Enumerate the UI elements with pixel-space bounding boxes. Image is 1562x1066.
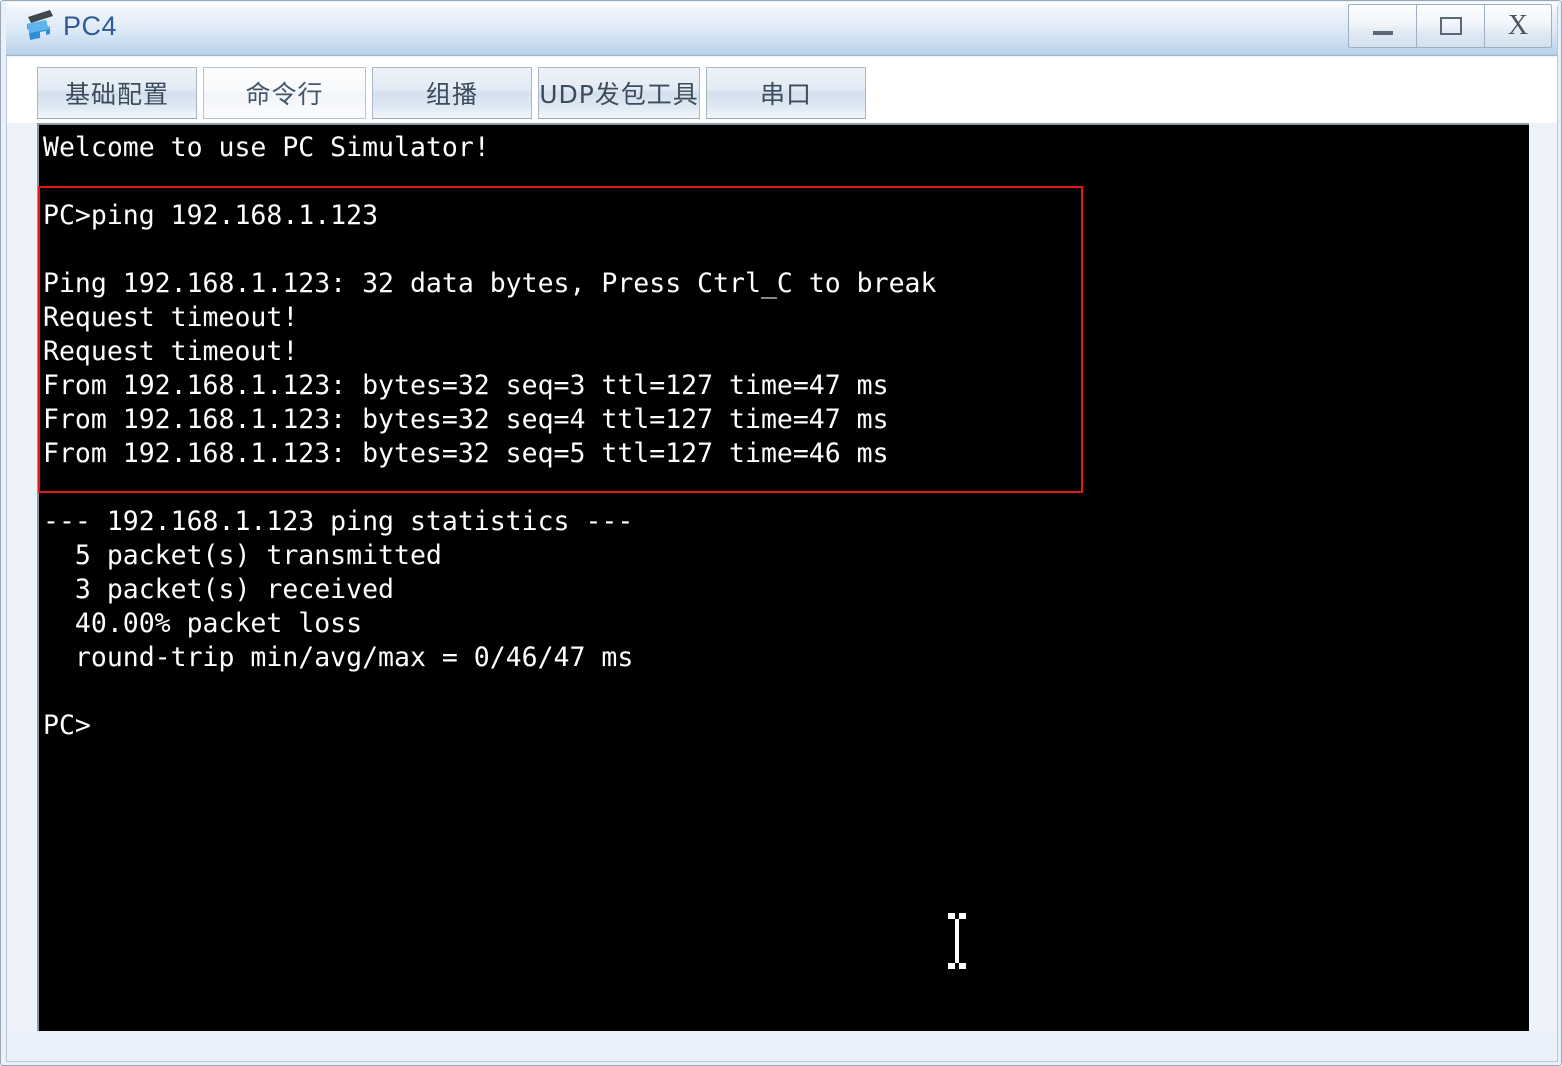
tab-serial-port[interactable]: 串口 (706, 67, 866, 119)
terminal-line: round-trip min/avg/max = 0/46/47 ms (43, 642, 634, 673)
pc-simulator-window: PC4 X 基础配置 命令行 组播 UDP发包工具 串口 Welcome to use … (0, 0, 1562, 1066)
tab-bar: 基础配置 命令行 组播 UDP发包工具 串口 (7, 57, 1557, 123)
terminal-line: 5 packet(s) transmitted (43, 540, 442, 571)
window-title: PC4 (63, 11, 118, 41)
minimize-icon (1372, 31, 1393, 35)
tab-command-line[interactable]: 命令行 (203, 67, 366, 119)
terminal-line: From 192.168.1.123: bytes=32 seq=3 ttl=1… (43, 370, 889, 401)
minimize-button[interactable] (1348, 4, 1416, 48)
terminal-line: 40.00% packet loss (43, 608, 363, 639)
window-bottom-strip (7, 1031, 1557, 1061)
maximize-button[interactable] (1416, 4, 1484, 48)
tab-label: UDP发包工具 (539, 80, 699, 109)
terminal-line: Request timeout! (43, 302, 299, 333)
tab-label: 串口 (759, 80, 812, 109)
tab-multicast[interactable]: 组播 (372, 67, 532, 119)
terminal-line: PC> (43, 710, 91, 741)
close-icon: X (1507, 10, 1529, 41)
terminal-line: From 192.168.1.123: bytes=32 seq=4 ttl=1… (43, 404, 889, 435)
title-bar[interactable]: PC4 X (6, 2, 1557, 56)
tab-basic-config[interactable]: 基础配置 (37, 67, 197, 119)
terminal-line: Request timeout! (43, 336, 299, 367)
terminal-line: Ping 192.168.1.123: 32 data bytes, Press… (43, 268, 937, 299)
maximize-icon (1439, 17, 1462, 35)
terminal-output[interactable]: Welcome to use PC Simulator! PC>ping 192… (39, 125, 1529, 1031)
terminal-line: --- 192.168.1.123 ping statistics --- (43, 506, 634, 537)
tab-label: 命令行 (245, 80, 324, 109)
terminal-line: 3 packet(s) received (43, 574, 394, 605)
terminal-line: From 192.168.1.123: bytes=32 seq=5 ttl=1… (43, 438, 889, 469)
tab-label: 组播 (425, 80, 478, 109)
pc-device-icon (20, 7, 62, 47)
close-button[interactable]: X (1484, 4, 1552, 48)
terminal-line: Welcome to use PC Simulator! (43, 132, 490, 163)
text-ibeam-cursor (947, 913, 967, 969)
terminal-panel[interactable]: Welcome to use PC Simulator! PC>ping 192… (37, 123, 1529, 1031)
tab-label: 基础配置 (64, 80, 169, 109)
terminal-line: PC>ping 192.168.1.123 (43, 200, 379, 231)
tab-udp-tool[interactable]: UDP发包工具 (538, 67, 700, 119)
